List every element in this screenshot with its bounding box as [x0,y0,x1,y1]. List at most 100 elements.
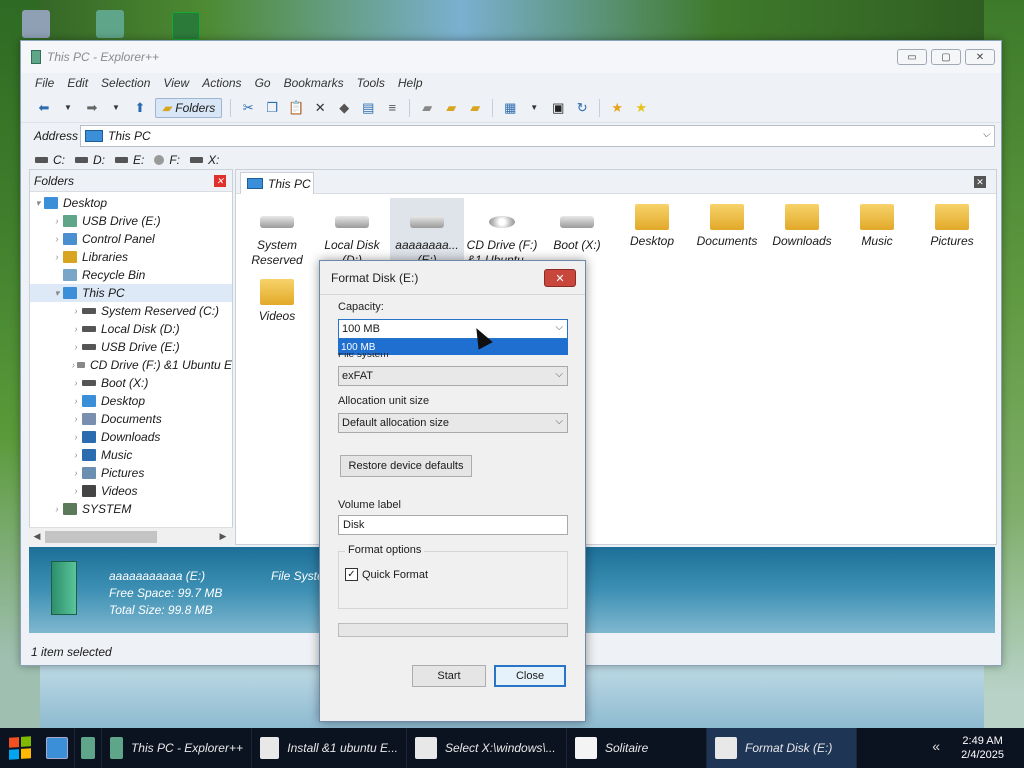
file-item[interactable]: CD Drive (F:) &1 Ubuntu ... [465,198,539,268]
tree-item[interactable]: › Libraries [30,248,232,266]
tree-item[interactable]: ▾ Desktop [30,194,232,212]
properties-icon[interactable]: ▤ [359,99,377,117]
file-item[interactable]: Pictures [915,198,989,249]
tree-item[interactable]: ▾ This PC [30,284,232,302]
maximize-button[interactable]: ▢ [931,49,961,65]
tree-item[interactable]: Recycle Bin [30,266,232,284]
expand-arrow-icon[interactable]: › [51,216,63,226]
refresh-icon[interactable]: ↻ [573,99,591,117]
expand-arrow-icon[interactable]: › [70,450,82,460]
restore-defaults-button[interactable]: Restore device defaults [340,455,472,477]
file-item[interactable]: Documents [690,198,764,249]
tree-item[interactable]: › SYSTEM [30,500,232,518]
views-dropdown-icon[interactable]: ▼ [525,99,543,117]
new-folder-icon[interactable]: ▰ [466,99,484,117]
allocation-unit-select[interactable]: Default allocation size ⌵ [338,413,568,433]
tree-item[interactable]: › Documents [30,410,232,428]
back-dropdown-icon[interactable]: ▼ [59,99,77,117]
file-item[interactable]: aaaaaaaa... (E:) [390,198,464,267]
tree-item[interactable]: › USB Drive (E:) [30,212,232,230]
taskbar-button[interactable]: This PC - Explorer++ [102,728,252,768]
taskbar-button[interactable]: Format Disk (E:) [707,728,857,768]
drive-button-x[interactable]: X: [190,153,219,167]
horizontal-scrollbar[interactable]: ◀ ▶ [29,527,233,545]
quick-format-checkbox[interactable]: ✓ Quick Format [345,568,428,581]
monitor-desktop-icon[interactable] [172,12,200,40]
close-tab-icon[interactable]: ✕ [974,176,986,188]
tree-item[interactable]: › CD Drive (F:) &1 Ubuntu E [30,356,232,374]
paste-icon[interactable]: 📋 [287,99,305,117]
menu-tools[interactable]: Tools [357,76,385,90]
dialog-close-icon[interactable]: ✕ [544,269,576,287]
start-button[interactable]: Start [412,665,486,687]
start-button[interactable] [0,728,40,768]
copy-to-icon[interactable]: ▰ [442,99,460,117]
back-arrow-icon[interactable]: ⬅ [35,99,53,117]
file-item[interactable]: System Reserved (C:) [240,198,314,268]
expand-arrow-icon[interactable]: › [51,504,63,514]
cut-icon[interactable]: ✂ [239,99,257,117]
tree-item[interactable]: › Pictures [30,464,232,482]
menu-help[interactable]: Help [398,76,423,90]
menu-bookmarks[interactable]: Bookmarks [284,76,344,90]
show-desktop-quicklaunch[interactable] [40,728,75,768]
dialog-title-bar[interactable]: Format Disk (E:) ✕ [320,261,585,295]
file-item[interactable]: Videos [240,273,314,324]
tab-this-pc[interactable]: This PC [240,172,314,194]
add-bookmark-icon[interactable]: ★ [608,99,626,117]
text-icon[interactable]: ≡ [383,99,401,117]
expand-arrow-icon[interactable]: › [70,432,82,442]
file-item[interactable]: Boot (X:) [540,198,614,253]
drive-button-f[interactable]: F: [154,153,180,167]
expand-arrow-icon[interactable]: ▾ [51,288,63,299]
tray-chevron-icon[interactable]: « [932,738,940,754]
drive-desktop-icon[interactable] [96,10,124,38]
bookmarks-icon[interactable]: ★ [632,99,650,117]
folders-toggle-button[interactable]: ▰ Folders [155,97,223,118]
expand-arrow-icon[interactable]: › [70,342,82,352]
tree-item[interactable]: › System Reserved (C:) [30,302,232,320]
expand-arrow-icon[interactable]: › [70,486,82,496]
expand-arrow-icon[interactable]: › [70,414,82,424]
recycle-bin-desktop-icon[interactable] [22,10,50,38]
file-item[interactable]: Desktop [615,198,689,249]
minimize-button[interactable]: ▭ [897,49,927,65]
command-prompt-icon[interactable]: ▣ [549,99,567,117]
menu-edit[interactable]: Edit [67,76,88,90]
menu-go[interactable]: Go [255,76,271,90]
expand-arrow-icon[interactable]: › [70,324,82,334]
tree-item[interactable]: › USB Drive (E:) [30,338,232,356]
volume-label-input[interactable]: Disk [338,515,568,535]
scroll-left-icon[interactable]: ◀ [29,531,45,542]
tree-item[interactable]: › Boot (X:) [30,374,232,392]
file-item[interactable]: Local Disk (D:) [315,198,389,268]
expand-arrow-icon[interactable]: › [70,468,82,478]
chevron-down-icon[interactable]: ⌵ [982,129,990,140]
scrollbar-thumb[interactable] [45,531,157,543]
expand-arrow-icon[interactable]: › [51,234,63,244]
explorer-quicklaunch[interactable] [75,728,102,768]
file-system-select[interactable]: exFAT ⌵ [338,366,568,386]
tree-item[interactable]: › Music [30,446,232,464]
expand-arrow-icon[interactable]: › [70,396,82,406]
menu-view[interactable]: View [163,76,189,90]
expand-arrow-icon[interactable]: › [51,252,63,262]
file-item[interactable]: Music [840,198,914,249]
capacity-select[interactable]: 100 MB ⌵ [338,319,568,339]
expand-arrow-icon[interactable]: ▾ [32,198,44,209]
taskbar-button[interactable]: Install &1 ubuntu E... [252,728,407,768]
drive-button-e[interactable]: E: [115,153,144,167]
file-item[interactable]: Downloads [765,198,839,249]
tree-item[interactable]: › Videos [30,482,232,500]
copy-icon[interactable]: ❐ [263,99,281,117]
forward-arrow-icon[interactable]: ➡ [83,99,101,117]
taskbar-button[interactable]: Solitaire [567,728,707,768]
delete-icon[interactable]: ✕ [311,99,329,117]
close-icon[interactable]: ✕ [214,175,226,187]
title-bar[interactable]: This PC - Explorer++ ▭ ▢ ✕ [21,41,1001,73]
menu-actions[interactable]: Actions [202,76,241,90]
close-dialog-button[interactable]: Close [494,665,566,687]
menu-file[interactable]: File [35,76,54,90]
scroll-right-icon[interactable]: ▶ [215,531,231,542]
close-button[interactable]: ✕ [965,49,995,65]
